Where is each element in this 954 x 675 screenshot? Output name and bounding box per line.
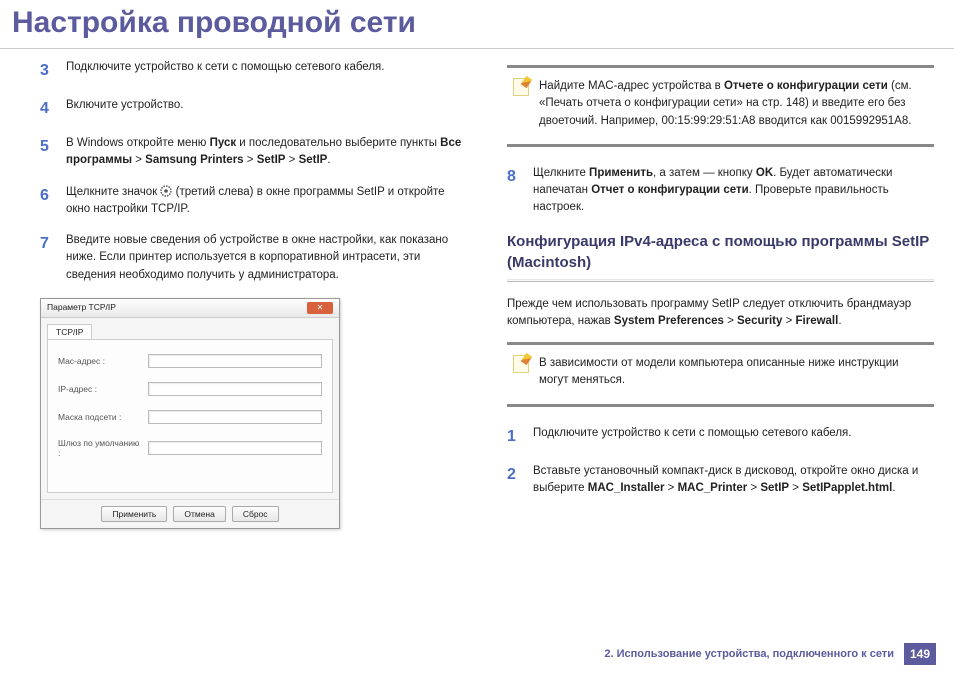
step-number: 6	[40, 184, 54, 219]
dialog-body: Mac-адрес : IP-адрес : Маска подсети : Ш…	[47, 339, 333, 493]
step-8: 8 Щелкните Применить, а затем — кнопку O…	[507, 165, 934, 217]
step-number: 4	[40, 97, 54, 121]
step-text: Подключите устройство к сети с помощью с…	[66, 59, 467, 83]
note-icon	[513, 78, 529, 96]
step-number: 2	[507, 463, 521, 498]
field-input[interactable]	[148, 441, 322, 455]
field-label: Шлюз по умолчанию :	[58, 438, 140, 458]
right-column: Найдите MAC-адрес устройства в Отчете о …	[507, 59, 934, 529]
dialog-field-row: IP-адрес :	[58, 382, 322, 396]
left-column: 3 Подключите устройство к сети с помощью…	[40, 59, 467, 529]
dialog-buttons: Применить Отмена Сброс	[41, 499, 339, 528]
note-icon	[513, 355, 529, 373]
field-input[interactable]	[148, 410, 322, 424]
subheading-underline	[507, 279, 934, 282]
mac-step-2: 2 Вставьте установочный компакт-диск в д…	[507, 463, 934, 498]
step-text: В Windows откройте меню Пуск и последова…	[66, 135, 467, 170]
close-icon[interactable]: ✕	[307, 302, 333, 314]
page-number: 149	[904, 643, 936, 665]
сброс-button[interactable]: Сброс	[232, 506, 279, 522]
page-title: Настройка проводной сети	[0, 0, 954, 49]
step-5: 5 В Windows откройте меню Пуск и последо…	[40, 135, 467, 170]
mac-step-1: 1 Подключите устройство к сети с помощью…	[507, 425, 934, 449]
применить-button[interactable]: Применить	[101, 506, 167, 522]
step-3: 3 Подключите устройство к сети с помощью…	[40, 59, 467, 83]
field-input[interactable]	[148, 382, 322, 396]
dialog-titlebar: Параметр TCP/IP ✕	[41, 299, 339, 318]
dialog-title: Параметр TCP/IP	[47, 302, 116, 314]
dialog-tab[interactable]: TCP/IP	[47, 324, 92, 339]
note-text: В зависимости от модели компьютера описа…	[539, 355, 928, 390]
note-mac-address: Найдите MAC-адрес устройства в Отчете о …	[507, 65, 934, 147]
step-number: 7	[40, 232, 54, 284]
footer-chapter: 2. Использование устройства, подключенно…	[604, 648, 894, 660]
step-number: 5	[40, 135, 54, 170]
step-text: Щелкните значок (третий слева) в окне пр…	[66, 184, 467, 219]
step-text: Введите новые сведения об устройстве в о…	[66, 232, 467, 284]
step-number: 8	[507, 165, 521, 217]
page-footer: 2. Использование устройства, подключенно…	[604, 643, 936, 665]
note-text: Найдите MAC-адрес устройства в Отчете о …	[539, 78, 928, 130]
mac-intro-paragraph: Прежде чем использовать программу SetIP …	[507, 296, 934, 331]
step-number: 3	[40, 59, 54, 83]
step-text: Вставьте установочный компакт-диск в дис…	[533, 463, 934, 498]
отмена-button[interactable]: Отмена	[173, 506, 226, 522]
field-label: Маска подсети :	[58, 412, 140, 422]
note-model-vary: В зависимости от модели компьютера описа…	[507, 342, 934, 407]
dialog-field-row: Mac-адрес :	[58, 354, 322, 368]
field-input[interactable]	[148, 354, 322, 368]
field-label: Mac-адрес :	[58, 356, 140, 366]
step-text: Включите устройство.	[66, 97, 467, 121]
step-number: 1	[507, 425, 521, 449]
step-4: 4 Включите устройство.	[40, 97, 467, 121]
tcpip-dialog: Параметр TCP/IP ✕ TCP/IP Mac-адрес : IP-…	[40, 298, 340, 529]
step-text: Подключите устройство к сети с помощью с…	[533, 425, 934, 449]
dialog-field-row: Шлюз по умолчанию :	[58, 438, 322, 458]
subheading-mac: Конфигурация IPv4-адреса с помощью прогр…	[507, 231, 934, 273]
step-text: Щелкните Применить, а затем — кнопку OK.…	[533, 165, 934, 217]
content-columns: 3 Подключите устройство к сети с помощью…	[0, 59, 954, 529]
step-7: 7 Введите новые сведения об устройстве в…	[40, 232, 467, 284]
field-label: IP-адрес :	[58, 384, 140, 394]
dialog-field-row: Маска подсети :	[58, 410, 322, 424]
step-6: 6 Щелкните значок (третий слева) в окне …	[40, 184, 467, 219]
